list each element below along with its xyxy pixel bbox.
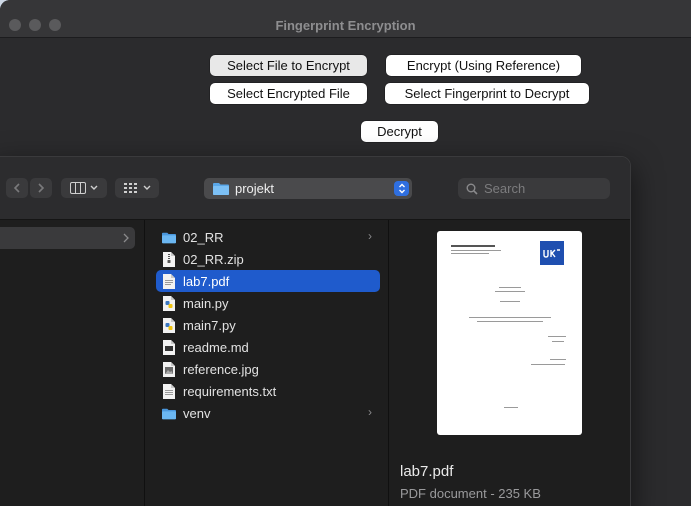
file-name: requirements.txt [183, 383, 277, 399]
select-fingerprint-to-decrypt-button[interactable]: Select Fingerprint to Decrypt [385, 83, 589, 104]
python-file-icon [162, 295, 176, 311]
chevron-left-icon [13, 183, 20, 193]
folder-icon [162, 405, 176, 421]
file-name: venv [183, 405, 211, 421]
file-row[interactable]: venv › [156, 402, 380, 424]
encrypt-using-reference-button[interactable]: Encrypt (Using Reference) [386, 55, 581, 76]
chevron-right-icon: › [368, 229, 372, 243]
zip-file-icon [162, 251, 176, 267]
decrypt-button[interactable]: Decrypt [361, 121, 438, 142]
file-name: reference.jpg [183, 361, 259, 377]
grid-icon [124, 183, 137, 193]
file-row[interactable]: reference.jpg [156, 358, 380, 380]
university-logo [540, 241, 564, 265]
pdf-thumbnail [437, 231, 582, 435]
chevron-down-icon [143, 185, 151, 190]
markdown-file-icon [162, 339, 176, 355]
pdf-file-icon [162, 273, 176, 289]
parent-selected-row[interactable] [0, 227, 135, 249]
forward-button[interactable] [30, 178, 52, 198]
file-name: readme.md [183, 339, 249, 355]
search-input[interactable] [484, 181, 594, 196]
columns-icon [70, 182, 86, 194]
file-name: 02_RR [183, 229, 224, 245]
file-row[interactable]: requirements.txt [156, 380, 380, 402]
file-row[interactable]: 02_RR.zip [156, 248, 380, 270]
chevron-right-icon [123, 233, 129, 243]
chevron-right-icon [38, 183, 45, 193]
python-file-icon [162, 317, 176, 333]
folder-icon [213, 183, 229, 195]
image-file-icon [162, 361, 176, 377]
window-title: Fingerprint Encryption [275, 18, 416, 33]
select-file-to-encrypt-button[interactable]: Select File to Encrypt [210, 55, 367, 76]
updown-chevron-icon [398, 183, 405, 194]
column-view-button[interactable] [61, 178, 107, 198]
dialog-toolbar: projekt [0, 157, 630, 220]
preview-file-name: lab7.pdf [400, 463, 454, 480]
search-icon [466, 183, 478, 195]
file-name: 02_RR.zip [183, 251, 244, 267]
file-name: lab7.pdf [183, 273, 230, 289]
file-row[interactable]: readme.md [156, 336, 380, 358]
location-stepper [394, 181, 409, 196]
file-row-selected[interactable]: lab7.pdf [156, 270, 380, 292]
parent-column [0, 220, 145, 506]
location-popup[interactable]: projekt [204, 178, 412, 199]
location-label: projekt [235, 181, 275, 196]
folder-icon [162, 229, 176, 245]
chevron-down-icon [90, 185, 98, 190]
search-field[interactable] [458, 178, 610, 199]
icon-grid-view-button[interactable] [115, 178, 159, 198]
file-row[interactable]: 02_RR › [156, 226, 380, 248]
chevron-right-icon: › [368, 405, 372, 419]
file-row[interactable]: main7.py [156, 314, 380, 336]
select-encrypted-file-button[interactable]: Select Encrypted File [210, 83, 367, 104]
title-bar: Fingerprint Encryption [0, 0, 691, 38]
back-button[interactable] [6, 178, 28, 198]
preview-pane: lab7.pdf PDF document - 235 KB [390, 220, 630, 506]
preview-file-kind-size: PDF document - 235 KB [400, 486, 541, 501]
file-row[interactable]: main.py [156, 292, 380, 314]
file-list-column: 02_RR › 02_RR.zip lab7.pdf main.py main7.py re… [146, 220, 389, 506]
file-name: main.py [183, 295, 229, 311]
text-file-icon [162, 383, 176, 399]
open-file-dialog: projekt 02_RR › 02_RR.zip lab7.pdf main.py ma… [0, 156, 631, 506]
file-name: main7.py [183, 317, 236, 333]
